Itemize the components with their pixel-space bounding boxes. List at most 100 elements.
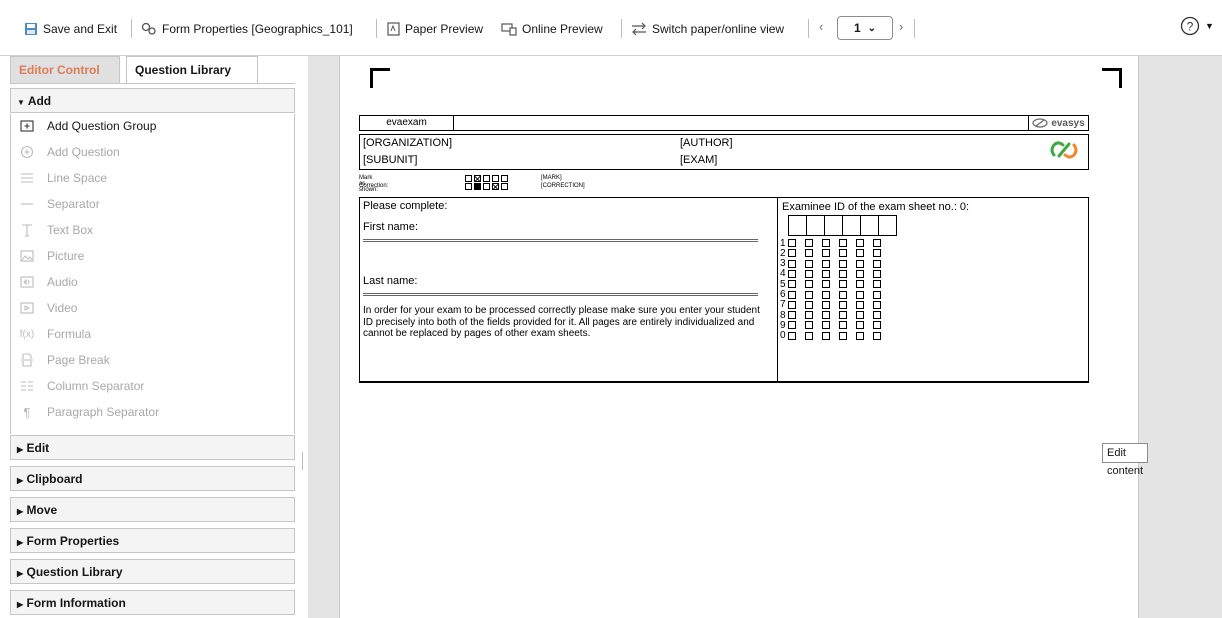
picture-item[interactable]: Picture	[19, 246, 84, 266]
id-digit-checkbox[interactable]	[788, 249, 796, 258]
id-digit-row: 1	[780, 238, 890, 249]
help-menu-button[interactable]: ? ▼	[1180, 16, 1214, 36]
id-digit-checkbox[interactable]	[822, 300, 830, 309]
id-digit-checkbox[interactable]	[839, 249, 847, 258]
id-digit-checkbox[interactable]	[822, 259, 830, 268]
id-digit-checkbox[interactable]	[839, 311, 847, 320]
id-digit-checkbox[interactable]	[856, 331, 864, 340]
id-digit-checkbox[interactable]	[822, 321, 830, 330]
online-preview-button[interactable]: Online Preview	[501, 19, 603, 39]
paragraph-separator-item[interactable]: ¶ Paragraph Separator	[19, 402, 160, 422]
text-box-item[interactable]: Text Box	[19, 220, 93, 240]
id-digit-checkbox[interactable]	[839, 300, 847, 309]
chevron-left-icon[interactable]: ‹	[819, 19, 823, 34]
add-item-label: Video	[47, 301, 78, 315]
section-add-header[interactable]: ▼ Add	[10, 88, 295, 113]
id-digit-checkbox[interactable]	[839, 269, 847, 278]
id-digit-checkbox[interactable]	[822, 249, 830, 258]
section-clipboard-header[interactable]: ▶ Clipboard	[10, 466, 295, 491]
formula-item[interactable]: f(x) Formula	[19, 324, 91, 344]
id-digit-checkbox[interactable]	[856, 239, 864, 247]
id-digit-checkbox[interactable]	[822, 311, 830, 320]
id-digit-checkbox[interactable]	[805, 269, 813, 278]
id-digit-checkbox[interactable]	[822, 290, 830, 299]
id-digit-checkbox[interactable]	[788, 290, 796, 299]
id-digit-checkbox[interactable]	[805, 280, 813, 289]
id-digit-checkbox[interactable]	[873, 239, 881, 247]
video-item[interactable]: Video	[19, 298, 77, 318]
id-digit-checkbox[interactable]	[805, 239, 813, 247]
id-digit-checkbox[interactable]	[856, 311, 864, 320]
id-digit-checkbox[interactable]	[839, 321, 847, 330]
id-digit-checkbox[interactable]	[873, 259, 881, 268]
id-digit-checkbox[interactable]	[788, 239, 796, 247]
tab-question-library[interactable]: Question Library	[126, 56, 258, 83]
section-move-header[interactable]: ▶ Move	[10, 497, 295, 522]
id-digit-checkbox[interactable]	[856, 249, 864, 258]
id-digit-checkbox[interactable]	[788, 311, 796, 320]
id-digit-checkbox[interactable]	[822, 331, 830, 340]
id-digit-checkbox[interactable]	[873, 249, 881, 258]
caret-right-icon: ▶	[17, 569, 24, 578]
id-digit-checkbox[interactable]	[873, 300, 881, 309]
id-digit-checkbox[interactable]	[873, 331, 881, 340]
id-digit-checkbox[interactable]	[873, 290, 881, 299]
id-digit-checkbox[interactable]	[873, 269, 881, 278]
id-digit-checkbox[interactable]	[805, 249, 813, 258]
add-item-label: Column Separator	[47, 379, 145, 393]
audio-item[interactable]: Audio	[19, 272, 78, 292]
id-digit-checkbox[interactable]	[856, 290, 864, 299]
id-digit-checkbox[interactable]	[856, 321, 864, 330]
column-separator-item[interactable]: Column Separator	[19, 376, 144, 396]
add-question-group-item[interactable]: Add Question Group	[19, 116, 156, 136]
id-digit-checkbox[interactable]	[839, 290, 847, 299]
id-digit-checkbox[interactable]	[822, 269, 830, 278]
id-digit-checkbox[interactable]	[805, 331, 813, 340]
id-digit-checkbox[interactable]	[839, 259, 847, 268]
id-digit-checkbox[interactable]	[856, 280, 864, 289]
line-space-item[interactable]: Line Space	[19, 168, 107, 188]
id-digit-checkbox[interactable]	[805, 311, 813, 320]
toolbar: Save and Exit Form Properties [Geographi…	[0, 0, 1222, 56]
save-exit-button[interactable]: Save and Exit	[24, 19, 117, 39]
chevron-right-icon[interactable]: ›	[899, 19, 903, 34]
id-digit-checkbox[interactable]	[873, 280, 881, 289]
id-digit-row: 5	[780, 279, 890, 290]
id-digit-checkbox[interactable]	[788, 321, 796, 330]
page-number-select[interactable]: 1 ⌄	[837, 16, 893, 40]
id-digit-checkbox[interactable]	[788, 331, 796, 340]
id-digit-checkbox[interactable]	[873, 321, 881, 330]
id-digit-checkbox[interactable]	[856, 269, 864, 278]
section-form-information-header[interactable]: ▶ Form Information	[10, 590, 295, 615]
edit-content-button[interactable]: Edit content	[1102, 443, 1149, 477]
add-question-item[interactable]: Add Question	[19, 142, 120, 162]
section-question-library-header[interactable]: ▶ Question Library	[10, 559, 295, 584]
id-digit-checkbox[interactable]	[839, 239, 847, 247]
tab-editor-control[interactable]: Editor Control	[10, 56, 120, 83]
id-digit-checkbox[interactable]	[788, 280, 796, 289]
form-properties-button[interactable]: Form Properties [Geographics_101]	[141, 19, 353, 39]
page-break-item[interactable]: Page Break	[19, 350, 110, 370]
id-digit-checkbox[interactable]	[788, 269, 796, 278]
separator-item[interactable]: Separator	[19, 194, 100, 214]
id-digit-checkbox[interactable]	[873, 311, 881, 320]
id-digit-checkbox[interactable]	[805, 321, 813, 330]
caret-right-icon: ▶	[17, 600, 24, 609]
paper-preview-button[interactable]: Paper Preview	[387, 19, 483, 39]
id-digit-checkbox[interactable]	[788, 300, 796, 309]
id-digit-checkbox[interactable]	[839, 331, 847, 340]
panel-resize-handle[interactable]	[302, 452, 303, 470]
id-digit-checkbox[interactable]	[822, 239, 830, 247]
section-edit-header[interactable]: ▶ Edit	[10, 435, 295, 460]
id-digit-checkbox[interactable]	[839, 280, 847, 289]
id-digit-checkbox[interactable]	[856, 300, 864, 309]
switch-view-button[interactable]: Switch paper/online view	[631, 19, 784, 39]
id-digit-checkbox[interactable]	[788, 259, 796, 268]
id-digit-checkbox[interactable]	[856, 259, 864, 268]
id-digit-checkbox[interactable]	[805, 290, 813, 299]
section-form-properties-header[interactable]: ▶ Form Properties	[10, 528, 295, 553]
id-digit-checkbox[interactable]	[805, 259, 813, 268]
form-meta-box: [ORGANIZATION] [SUBUNIT] [AUTHOR] [EXAM]	[359, 134, 1089, 170]
id-digit-checkbox[interactable]	[822, 280, 830, 289]
id-digit-checkbox[interactable]	[805, 300, 813, 309]
